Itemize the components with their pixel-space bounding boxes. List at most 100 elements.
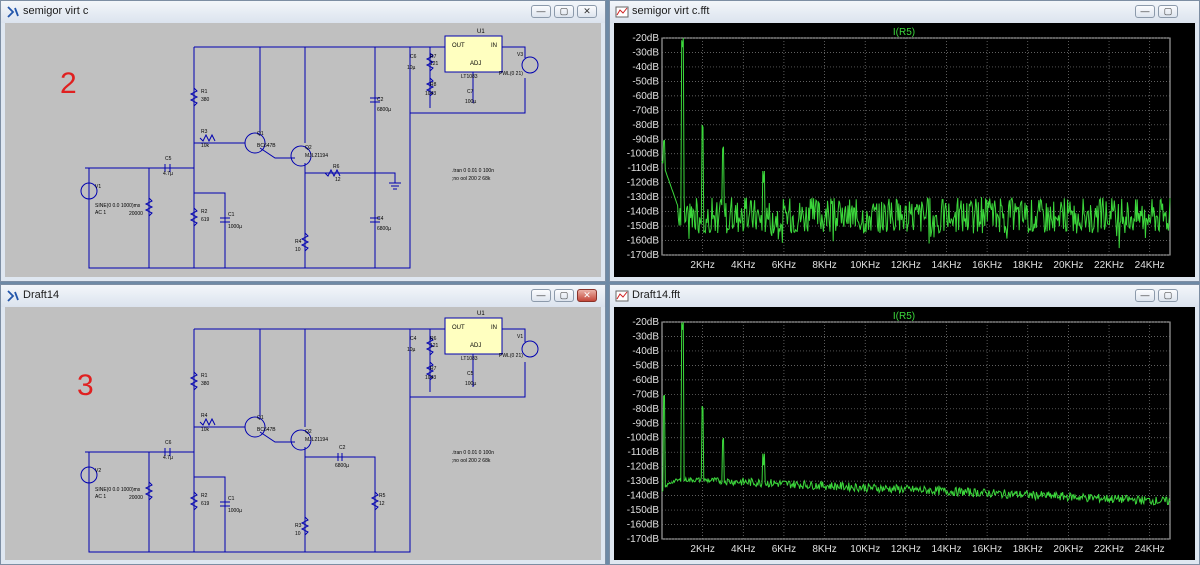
r3-label: R3 xyxy=(201,129,208,135)
titlebar[interactable]: Draft14.fft — ▢ xyxy=(610,285,1199,307)
fourier-directive: ;no ool 200 2 68k xyxy=(452,458,491,464)
c5-value: 100µ xyxy=(465,381,476,387)
y-tick-label: -120dB xyxy=(627,178,660,189)
c4-label: C4 xyxy=(410,336,417,342)
r8-label: R8 xyxy=(430,82,437,88)
y-tick-label: -160dB xyxy=(627,236,660,247)
r2-label: R2 xyxy=(201,493,208,499)
titlebar[interactable]: semigor virt c.fft — ▢ xyxy=(610,1,1199,23)
schematic-drawing: OUT IN ADJ U1 LT1083 R1 380 R2 619 R3 10… xyxy=(80,29,539,269)
y-tick-label: -90dB xyxy=(632,418,659,429)
r1-label: R1 xyxy=(201,89,208,95)
q2-label: Q2 xyxy=(305,429,312,435)
fft-plot-area[interactable]: I(R5) -20dB -30dB -40dB -50dB -60dB -70dB -80d… xyxy=(614,307,1195,560)
c5-label: C5 xyxy=(165,156,172,162)
maximize-button[interactable]: ▢ xyxy=(554,5,574,18)
minimize-button[interactable]: — xyxy=(1135,5,1155,18)
y-tick-label: -150dB xyxy=(627,221,660,232)
y-tick-label: -90dB xyxy=(632,134,659,145)
y-tick-label: -110dB xyxy=(627,447,659,458)
x-tick-label: 4KHz xyxy=(731,544,755,555)
x-tick-label: 24KHz xyxy=(1135,544,1165,555)
y-tick-label: -50dB xyxy=(632,360,659,371)
y-tick-label: -20dB xyxy=(632,33,659,44)
titlebar[interactable]: Draft14 — ▢ ✕ xyxy=(1,285,605,307)
r5-value: 12 xyxy=(379,501,385,507)
y-tick-label: -120dB xyxy=(627,462,660,473)
fft-chart: I(R5) -20dB -30dB -40dB -50dB -60dB -70dB -80d… xyxy=(627,311,1171,555)
window-title: Draft14 xyxy=(23,289,60,301)
y-tick-label: -100dB xyxy=(627,433,660,444)
window-title: Draft14.fft xyxy=(632,289,681,301)
tran-directive: .tran 0 0.01 0 100n xyxy=(452,168,494,174)
schematic-drawing: OUT IN ADJ U1 LT1083 R1 380 R2 619 R4 10… xyxy=(80,311,539,553)
r7-label: R7 xyxy=(430,366,437,372)
trace-label: I(R5) xyxy=(893,27,915,38)
y-tick-label: -150dB xyxy=(627,505,660,516)
reg-in-label: IN xyxy=(491,325,497,331)
v1-label: V1 xyxy=(517,334,523,340)
titlebar[interactable]: semigor virt c — ▢ ✕ xyxy=(1,1,605,23)
close-button[interactable]: ✕ xyxy=(577,5,597,18)
u1-label: U1 xyxy=(477,29,485,35)
v3-value: PWL(0 21) xyxy=(499,71,523,77)
reg-adj-label: ADJ xyxy=(470,343,481,349)
close-button[interactable]: ✕ xyxy=(577,289,597,302)
c2-label: C2 xyxy=(339,445,346,451)
c7-label: C7 xyxy=(467,89,474,95)
c6-label: C6 xyxy=(165,440,172,446)
c4-value: 6800µ xyxy=(377,226,391,232)
x-tick-label: 10KHz xyxy=(850,544,880,555)
reg-in-label: IN xyxy=(491,43,497,49)
y-tick-label: -80dB xyxy=(632,404,659,415)
x-tick-label: 10KHz xyxy=(850,260,880,271)
y-tick-label: -70dB xyxy=(632,105,659,116)
c6-value: 4.7µ xyxy=(163,455,173,461)
fft-window-bottom: Draft14.fft — ▢ I(R5) -20dB -30dB -40dB -50… xyxy=(609,284,1200,565)
y-tick-label: -130dB xyxy=(627,476,660,487)
v2-label: V2 xyxy=(95,468,101,474)
x-tick-label: 22KHz xyxy=(1094,260,1124,271)
v2-sine: SINE(0 0.0 1000)ms xyxy=(95,487,141,493)
window-title: semigor virt c.fft xyxy=(632,5,710,17)
maximize-button[interactable]: ▢ xyxy=(1158,289,1178,302)
q2-model: MJL21194 xyxy=(305,153,328,159)
minimize-button[interactable]: — xyxy=(531,289,551,302)
y-tick-label: -170dB xyxy=(627,534,660,545)
r6-value: 12 xyxy=(335,177,341,183)
reg-out-label: OUT xyxy=(452,325,465,331)
c2-value: 6800µ xyxy=(335,463,349,469)
r7-value: 121 xyxy=(430,61,439,67)
x-tick-label: 12KHz xyxy=(891,260,921,271)
r3-value: 10k xyxy=(201,143,210,149)
y-tick-label: -20dB xyxy=(632,317,659,328)
y-tick-label: -160dB xyxy=(627,520,660,531)
x-tick-label: 14KHz xyxy=(931,260,961,271)
waveform-icon xyxy=(615,290,629,302)
r2-value: 619 xyxy=(201,501,210,507)
v3-label: V3 xyxy=(517,52,523,58)
y-tick-label: -70dB xyxy=(632,389,659,400)
y-tick-label: -130dB xyxy=(627,192,660,203)
minimize-button[interactable]: — xyxy=(1135,289,1155,302)
schematic-canvas[interactable]: 2 OUT IN ADJ U1 LT1083 R1 380 R2 619 R3 … xyxy=(5,23,601,277)
r2-label: R2 xyxy=(201,209,208,215)
schematic-canvas[interactable]: 3 OUT IN ADJ U1 LT1083 R1 380 R2 619 R4 … xyxy=(5,307,601,560)
maximize-button[interactable]: ▢ xyxy=(1158,5,1178,18)
r5-label: R5 xyxy=(379,493,386,499)
maximize-button[interactable]: ▢ xyxy=(554,289,574,302)
r7-value: 1043 xyxy=(425,375,436,381)
r20000-value: 20000 xyxy=(129,495,143,501)
fft-window-top: semigor virt c.fft — ▢ I(R5) -20dB -30dB -… xyxy=(609,0,1200,282)
ltspice-schematic-icon xyxy=(7,290,19,302)
minimize-button[interactable]: — xyxy=(531,5,551,18)
x-tick-label: 2KHz xyxy=(690,544,714,555)
q1-label: Q1 xyxy=(257,415,264,421)
r4-label: R4 xyxy=(295,239,302,245)
x-tick-label: 16KHz xyxy=(972,260,1002,271)
y-tick-label: -60dB xyxy=(632,375,659,386)
reg-adj-label: ADJ xyxy=(470,61,481,67)
trace-label: I(R5) xyxy=(893,311,915,322)
fft-plot-area[interactable]: I(R5) -20dB -30dB -40dB -50dB -60dB -70dB -80d… xyxy=(614,23,1195,277)
c6-label: C6 xyxy=(410,54,417,60)
